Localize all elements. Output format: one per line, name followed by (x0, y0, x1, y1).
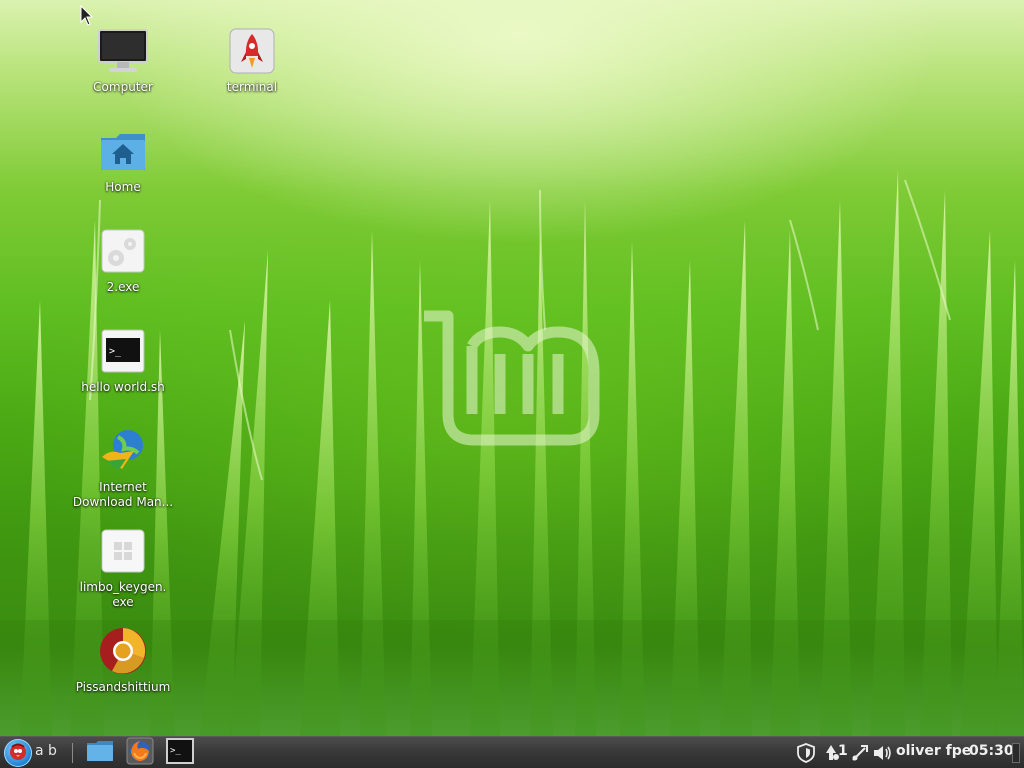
desktop-icon-pissandshittium[interactable]: Pissandshittium (68, 626, 178, 695)
desktop-icon-computer[interactable]: Computer (68, 26, 178, 95)
home-folder-icon (95, 126, 151, 176)
desktop-icon-limbo-keygen-exe[interactable]: limbo_keygen. exe (68, 526, 178, 610)
desktop-icon-label: Internet Download Man... (72, 480, 174, 509)
mouse-pointer-icon (80, 5, 94, 26)
files-launcher[interactable] (86, 740, 114, 766)
chromium-icon (95, 626, 151, 676)
monitor-icon (95, 26, 151, 76)
desktop-background[interactable]: Computer terminal Home 2.exe >_ hello wo… (0, 0, 1024, 736)
terminal-script-icon: >_ (95, 326, 151, 376)
download-globe-icon (95, 426, 151, 476)
clock[interactable]: 05:30 (969, 743, 1014, 759)
desktop-icon-2-exe[interactable]: 2.exe (68, 226, 178, 295)
wine-exe-icon (95, 226, 151, 276)
update-count[interactable]: 1 (838, 743, 848, 759)
show-desktop-button[interactable] (1012, 743, 1020, 763)
linux-mint-logo (424, 310, 600, 446)
taskbar: a b >_ 1 oliver fpe 05:30 (0, 736, 1024, 768)
rocket-icon (224, 26, 280, 76)
terminal-launcher[interactable]: >_ (165, 738, 195, 768)
desktop-icon-label: 2.exe (106, 280, 140, 294)
app-menu-icon (7, 740, 29, 766)
desktop-icon-label: terminal (226, 80, 278, 94)
firefox-icon (126, 737, 154, 768)
desktop-icon-home[interactable]: Home (68, 126, 178, 195)
desktop-icon-internet-download-manager[interactable]: Internet Download Man... (68, 426, 178, 510)
firefox-launcher[interactable] (125, 737, 155, 768)
desktop-icon-hello-world-sh[interactable]: >_ hello world.sh (68, 326, 178, 395)
folder-icon (86, 739, 114, 767)
network-icon[interactable] (850, 743, 870, 763)
svg-text:>_: >_ (109, 346, 122, 357)
menu-button[interactable] (4, 739, 32, 767)
desktop-icon-label: Home (105, 180, 141, 194)
taskbar-separator (72, 743, 73, 763)
volume-icon[interactable] (872, 743, 892, 763)
firewall-shield-icon[interactable] (796, 743, 816, 763)
user-keyboard-layout[interactable]: oliver fpe (896, 743, 971, 759)
desktop-icon-label: Pissandshittium (75, 680, 171, 694)
svg-text:>_: >_ (170, 746, 181, 756)
desktop-icon-label: Computer (93, 80, 153, 94)
windows-exe-icon (95, 526, 151, 576)
terminal-icon: >_ (166, 738, 194, 768)
desktop-icon-label: hello world.sh (81, 380, 165, 394)
desktop-icon-terminal[interactable]: terminal (197, 26, 307, 95)
desktop-icon-label: limbo_keygen. exe (79, 580, 167, 609)
menu-label[interactable]: a b (35, 743, 57, 759)
